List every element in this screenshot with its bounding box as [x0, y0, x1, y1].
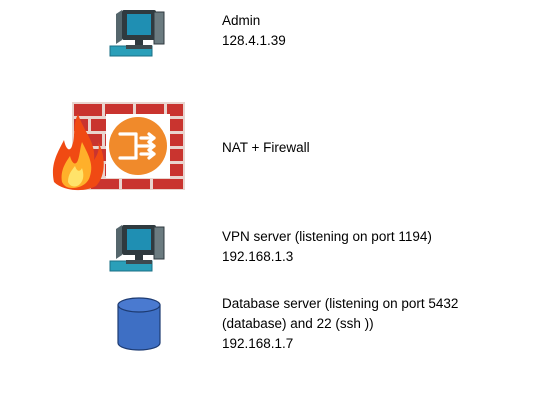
admin-ip: 128.4.1.39: [222, 33, 286, 48]
vpn-server-name: VPN server (listening on port 1194): [222, 229, 432, 244]
nat-firewall-name: NAT + Firewall: [222, 140, 310, 155]
firewall-nat-icon: [52, 102, 185, 191]
vpn-server-label: VPN server (listening on port 1194) 192.…: [222, 227, 432, 267]
admin-label: Admin 128.4.1.39: [222, 11, 286, 51]
computer-icon: [109, 225, 165, 272]
database-server-line-2: (database) and 22 (ssh )): [222, 316, 374, 331]
database-server-label: Database server (listening on port 5432 …: [222, 294, 458, 354]
database-server-line-1: Database server (listening on port 5432: [222, 296, 459, 311]
computer-icon: [109, 10, 165, 57]
database-server-ip: 192.168.1.7: [222, 336, 294, 351]
vpn-server-ip: 192.168.1.3: [222, 249, 294, 264]
nat-firewall-label: NAT + Firewall: [222, 138, 310, 158]
database-icon: [117, 297, 161, 351]
admin-name: Admin: [222, 13, 261, 28]
